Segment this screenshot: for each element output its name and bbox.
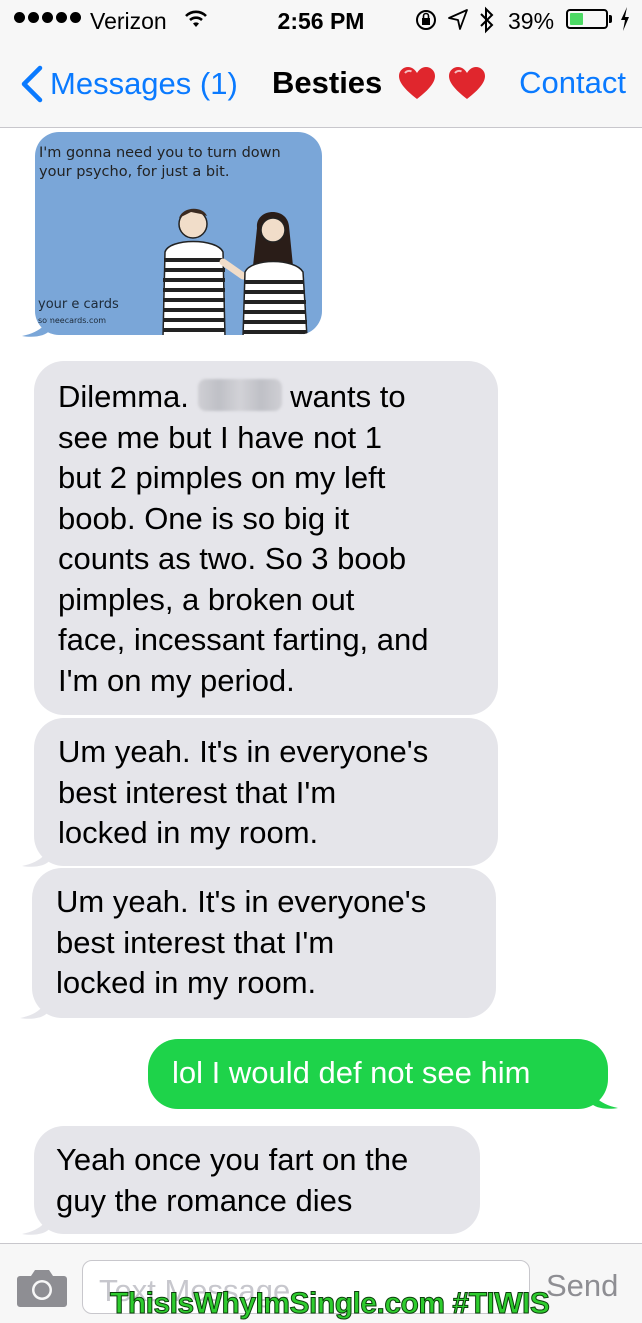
message-line: Um yeah. It's in everyone's bbox=[56, 884, 427, 919]
conversation-title-text: Besties bbox=[272, 65, 383, 100]
camera-icon[interactable] bbox=[16, 1268, 68, 1308]
chevron-left-icon bbox=[21, 65, 43, 103]
outgoing-message-bubble[interactable]: lol I would def not see him bbox=[148, 1039, 608, 1109]
ecard-logo: your e cards someecards.com bbox=[38, 297, 119, 325]
message-line: Um yeah. It's in everyone's bbox=[58, 734, 429, 769]
incoming-message-bubble[interactable]: Um yeah. It's in everyone's best interes… bbox=[32, 868, 496, 1018]
message-line: Yeah once you fart on the bbox=[56, 1142, 409, 1177]
bubble-tail bbox=[22, 838, 50, 867]
message-line: best interest that I'm bbox=[58, 774, 337, 810]
message-line: lol I would def not see him bbox=[172, 1055, 531, 1090]
incoming-message-bubble[interactable]: Dilemma. wants to see me but I have not … bbox=[34, 361, 498, 715]
charging-bolt-icon bbox=[619, 6, 631, 38]
message-thread[interactable]: I'm gonna need you to turn down your psy… bbox=[0, 128, 642, 1243]
back-button[interactable]: Messages (1) bbox=[14, 64, 238, 104]
message-line: counts as two. So 3 boob bbox=[58, 541, 407, 576]
bluetooth-icon bbox=[478, 6, 496, 40]
bubble-tail bbox=[22, 308, 50, 337]
incoming-message-bubble[interactable]: Um yeah. It's in everyone's best interes… bbox=[34, 718, 498, 866]
back-button-label: Messages (1) bbox=[50, 66, 238, 101]
battery-percentage: 39% bbox=[508, 8, 555, 34]
status-bar: Verizon 2:56 PM 39% bbox=[0, 0, 642, 40]
ecard-caption: I'm gonna need you to turn down your psy… bbox=[39, 145, 281, 180]
message-line: best interest that I'm bbox=[56, 924, 335, 960]
heart-icon bbox=[449, 67, 486, 99]
conversation-title: Besties bbox=[272, 65, 486, 101]
message-line: face, incessant farting, and bbox=[58, 622, 429, 657]
blurred-name-redaction bbox=[197, 379, 282, 411]
rotation-lock-icon bbox=[414, 8, 438, 38]
ecard-illustration bbox=[162, 208, 308, 335]
message-line: Dilemma. wants to bbox=[58, 379, 406, 414]
message-line: I'm on my period. bbox=[58, 662, 295, 698]
message-line: guy the romance dies bbox=[56, 1182, 353, 1218]
battery-nub bbox=[609, 15, 612, 23]
location-arrow-icon bbox=[447, 8, 469, 38]
incoming-message-bubble[interactable]: Yeah once you fart on the guy the romanc… bbox=[34, 1126, 480, 1234]
navigation-bar: Messages (1) Besties Contact bbox=[0, 40, 642, 128]
ecard-image-message[interactable]: I'm gonna need you to turn down your psy… bbox=[35, 132, 322, 335]
bubble-tail bbox=[22, 1206, 50, 1235]
message-line: locked in my room. bbox=[56, 965, 317, 1000]
bubble-tail bbox=[20, 990, 48, 1019]
message-line: boob. One is so big it bbox=[58, 500, 350, 536]
heart-icon bbox=[399, 67, 436, 99]
battery-icon bbox=[566, 9, 608, 29]
message-line: pimples, a broken out bbox=[58, 581, 355, 617]
contact-button[interactable]: Contact bbox=[519, 65, 626, 101]
battery-level-fill bbox=[570, 13, 584, 25]
message-line: see me but I have not 1 bbox=[58, 419, 382, 455]
bubble-tail bbox=[590, 1080, 618, 1109]
watermark-text: ThisIsWhyImSingle.com #TIWIS bbox=[109, 1287, 550, 1321]
message-line: locked in my room. bbox=[58, 815, 319, 850]
message-line: but 2 pimples on my left bbox=[58, 460, 386, 495]
send-button[interactable]: Send bbox=[546, 1268, 618, 1304]
